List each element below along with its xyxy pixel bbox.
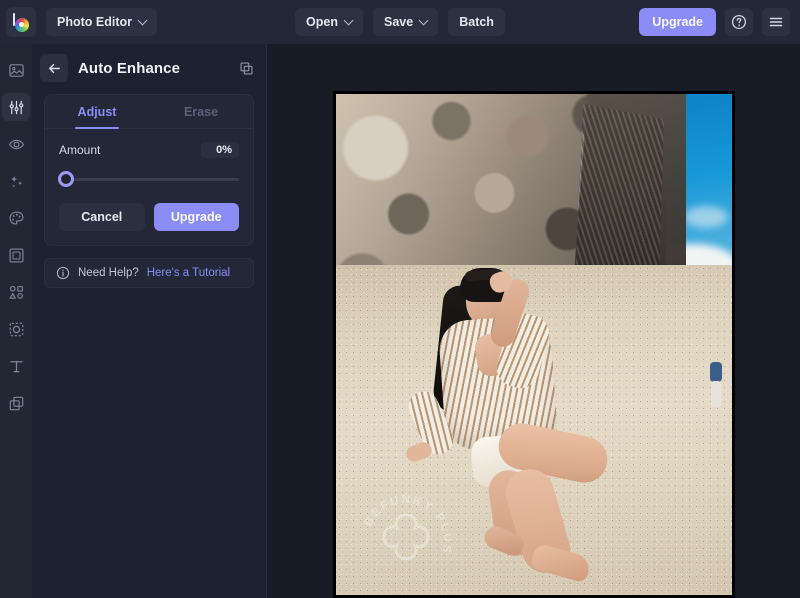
info-icon xyxy=(56,266,70,280)
duplicate-button[interactable] xyxy=(239,61,254,76)
chevron-down-icon xyxy=(139,17,146,24)
tab-erase[interactable]: Erase xyxy=(149,95,253,128)
menu-button[interactable] xyxy=(762,8,790,36)
app-switcher-label: Photo Editor xyxy=(57,15,132,29)
chevron-down-icon xyxy=(420,17,427,24)
amount-value[interactable]: 0% xyxy=(201,142,239,158)
canvas-stage: BEFUNKY PLUS xyxy=(268,44,800,598)
tool-rail xyxy=(0,44,32,598)
sidebar-item-overlays[interactable] xyxy=(2,315,30,343)
sidebar-item-touch-up[interactable] xyxy=(2,130,30,158)
person-subject xyxy=(403,268,612,592)
arrow-left-icon xyxy=(48,63,60,73)
palette-icon xyxy=(9,211,23,225)
befunky-logo-button[interactable] xyxy=(6,7,36,37)
photo-canvas[interactable]: BEFUNKY PLUS xyxy=(333,91,735,598)
sidebar-item-frames[interactable] xyxy=(2,241,30,269)
tutorial-link[interactable]: Here's a Tutorial xyxy=(147,267,230,279)
sliders-icon xyxy=(9,100,23,114)
befunky-logo-icon xyxy=(12,12,31,32)
frame-icon xyxy=(8,247,24,263)
amount-label: Amount xyxy=(59,143,101,157)
amount-row: Amount 0% xyxy=(45,129,253,158)
sidebar-item-effects[interactable] xyxy=(2,167,30,195)
sidebar-item-layers[interactable] xyxy=(2,389,30,417)
top-toolbar: Photo Editor Open Save Batch Upgrade xyxy=(0,0,800,44)
toolbar-center-group: Open Save Batch xyxy=(295,8,505,36)
tab-adjust-label: Adjust xyxy=(77,104,117,119)
upgrade-button[interactable]: Upgrade xyxy=(639,8,716,36)
tab-adjust[interactable]: Adjust xyxy=(45,95,149,128)
hamburger-menu-icon xyxy=(769,17,783,27)
shapes-icon xyxy=(9,285,23,299)
open-button[interactable]: Open xyxy=(295,8,364,36)
text-icon xyxy=(9,360,23,372)
sparkles-icon xyxy=(10,175,22,187)
back-button[interactable] xyxy=(40,54,68,82)
cancel-label: Cancel xyxy=(81,210,123,224)
upgrade-label: Upgrade xyxy=(652,15,703,29)
distant-person xyxy=(708,362,724,408)
layers-icon xyxy=(9,396,23,410)
help-button[interactable] xyxy=(725,8,753,36)
help-circle-icon xyxy=(731,14,747,30)
chevron-down-icon xyxy=(345,17,352,24)
toolbar-right-group: Upgrade xyxy=(639,8,790,36)
page-title: Auto Enhance xyxy=(78,59,181,77)
cancel-button[interactable]: Cancel xyxy=(59,203,145,231)
save-label: Save xyxy=(384,15,414,29)
sidebar-item-text[interactable] xyxy=(2,352,30,380)
panel-upgrade-label: Upgrade xyxy=(170,210,222,224)
panel-upgrade-button[interactable]: Upgrade xyxy=(153,203,239,231)
sidebar-item-image[interactable] xyxy=(2,56,30,84)
eye-icon xyxy=(8,139,24,149)
tab-erase-label: Erase xyxy=(183,104,219,119)
panel-actions: Cancel Upgrade xyxy=(59,203,239,231)
panel-header: Auto Enhance xyxy=(32,44,266,92)
adjust-card: Adjust Erase Amount 0% Cancel Upgrade xyxy=(44,94,254,246)
batch-button[interactable]: Batch xyxy=(448,8,505,36)
tool-panel: Auto Enhance Adjust Erase Amount 0% Canc… xyxy=(32,44,267,598)
photo-editor-app: Photo Editor Open Save Batch Upgrade Aut… xyxy=(0,0,800,598)
cutout-icon xyxy=(9,322,23,336)
panel-tabs: Adjust Erase xyxy=(45,95,253,129)
app-switcher-button[interactable]: Photo Editor xyxy=(46,8,157,36)
sidebar-item-graphics[interactable] xyxy=(2,278,30,306)
copy-layers-icon xyxy=(240,62,253,74)
sidebar-item-edit[interactable] xyxy=(2,93,30,121)
image-icon xyxy=(8,63,24,77)
amount-slider-track[interactable] xyxy=(59,178,239,181)
sidebar-item-artsy[interactable] xyxy=(2,204,30,232)
edited-photo: BEFUNKY PLUS xyxy=(336,94,732,595)
open-label: Open xyxy=(306,15,339,29)
amount-slider-handle[interactable] xyxy=(58,171,74,187)
need-help-banner[interactable]: Need Help? Here's a Tutorial xyxy=(44,258,254,288)
need-help-text: Need Help? xyxy=(78,267,139,279)
amount-slider[interactable] xyxy=(58,171,239,187)
svg-text:BEFUNKY PLUS: BEFUNKY PLUS xyxy=(363,494,454,556)
save-button[interactable]: Save xyxy=(373,8,439,36)
befunky-plus-watermark: BEFUNKY PLUS xyxy=(354,489,458,593)
batch-label: Batch xyxy=(459,15,494,29)
